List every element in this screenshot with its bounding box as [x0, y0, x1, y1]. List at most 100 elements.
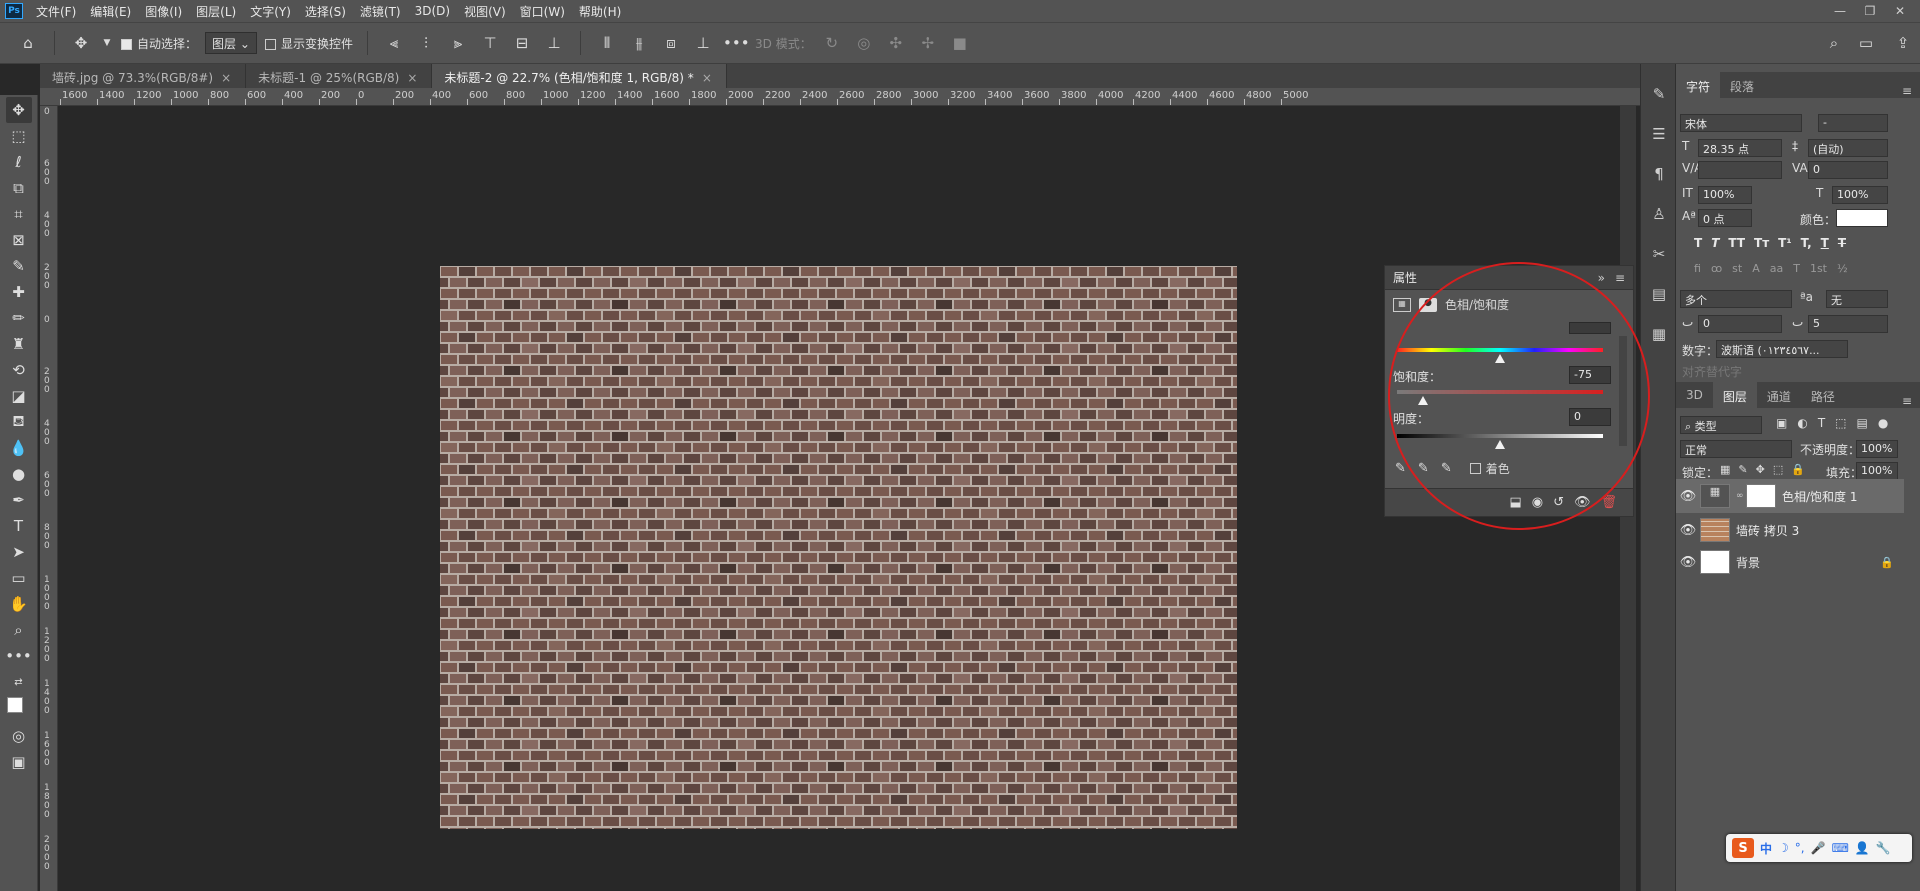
adjustments-icon[interactable]: ☰ — [1641, 114, 1677, 154]
swash-button[interactable]: A — [1752, 262, 1760, 275]
eyedropper-icon[interactable]: ✎ — [1395, 461, 1406, 476]
slide-3d-icon[interactable]: ✢ — [916, 34, 940, 52]
vertical-ruler[interactable]: 0 600 400 200 0 200 400 600 800 1000 1200 1400 1600 1… — [40, 106, 58, 891]
collapse-icon[interactable]: » — [1598, 271, 1605, 285]
align-left-icon[interactable]: ⫷ — [382, 34, 406, 52]
eye-icon[interactable]: 👁 — [1676, 523, 1700, 538]
hand-tool-icon[interactable]: ✋ — [6, 591, 32, 617]
auto-select-dropdown[interactable]: 图层 ⌄ — [205, 32, 258, 54]
align-center-icon[interactable]: ⫶ — [414, 34, 438, 52]
ime-mode[interactable]: 中 — [1760, 840, 1772, 857]
foreground-color[interactable] — [6, 697, 23, 713]
share-icon[interactable]: ⇪ — [1886, 34, 1920, 52]
orbit-3d-icon[interactable]: ↻ — [820, 34, 844, 52]
lock-transparency-icon[interactable]: ▦ — [1720, 463, 1730, 476]
tab-channels[interactable]: 通道 — [1757, 382, 1801, 408]
faux-italic-button[interactable]: T — [1711, 236, 1719, 250]
user-icon[interactable]: 👤 — [1855, 841, 1870, 855]
chevron-down-icon[interactable]: ▼ — [101, 38, 113, 48]
tab-layers[interactable]: 图层 — [1712, 382, 1757, 408]
titling-button[interactable]: aa — [1770, 262, 1783, 275]
close-icon[interactable]: × — [407, 71, 417, 85]
brush-settings-icon[interactable]: ✎ — [1641, 74, 1677, 114]
menu-file[interactable]: 文件(F) — [29, 3, 83, 20]
zoom-tool-icon[interactable]: ⌕ — [6, 617, 32, 643]
properties-panel-icon[interactable]: ▦ — [1641, 314, 1677, 354]
horizontal-ruler[interactable]: 1600 1400 1200 1000 800 600 400 200 0 200 400 600 80… — [40, 88, 1642, 106]
move-tool-icon[interactable]: ✥ — [5, 97, 32, 123]
faux-bold-button[interactable]: T — [1694, 236, 1702, 250]
distribute-vertical-icon[interactable]: ⫵ — [627, 34, 651, 52]
tab-3d[interactable]: 3D — [1676, 382, 1713, 408]
ordinals-button[interactable]: 1st — [1810, 262, 1827, 275]
restore-button[interactable]: ❐ — [1856, 4, 1884, 18]
close-button[interactable]: ✕ — [1886, 4, 1914, 18]
moon-icon[interactable]: ☽ — [1778, 841, 1789, 855]
blur-tool-icon[interactable]: 💧 — [6, 435, 32, 461]
screen-mode-icon[interactable]: ▣ — [6, 749, 32, 775]
leading-select[interactable]: (自动) — [1808, 139, 1888, 157]
menu-type[interactable]: 文字(Y) — [243, 3, 298, 20]
shape-filter-icon[interactable]: ⬚ — [1835, 416, 1846, 430]
tab-character[interactable]: 字符 — [1676, 72, 1721, 98]
scale-3d-icon[interactable]: ■ — [948, 34, 972, 52]
pen-tool-icon[interactable]: ✒ — [6, 487, 32, 513]
menu-view[interactable]: 视图(V) — [457, 3, 513, 20]
tab-doc-2[interactable]: 未标题-1 @ 25%(RGB/8) × — [246, 64, 433, 88]
spacing-a-select[interactable]: 0 — [1698, 315, 1782, 333]
wrench-icon[interactable]: 🔧 — [1876, 841, 1891, 855]
healing-tool-icon[interactable]: ✚ — [6, 279, 32, 305]
lock-all-icon[interactable]: 🔒 — [1791, 463, 1805, 476]
alt-ligatures-button[interactable]: ꝏ — [1711, 262, 1722, 275]
distribute-icon[interactable]: ⫴ — [595, 34, 619, 52]
hue-sat-icon[interactable]: ▦ — [1393, 297, 1411, 312]
pan-3d-icon[interactable]: ✣ — [884, 34, 908, 52]
tab-doc-3[interactable]: 未标题-2 @ 22.7% (色相/饱和度 1, RGB/8) * × — [432, 64, 727, 88]
vertical-scale-input[interactable]: 100% — [1698, 186, 1752, 204]
quick-mask-icon[interactable]: ◎ — [6, 723, 32, 749]
more-options-icon[interactable]: ••• — [723, 34, 750, 52]
contextual-button[interactable]: T — [1793, 262, 1800, 275]
align-middle-icon[interactable]: ⊟ — [510, 34, 534, 52]
baseline-shift-input[interactable]: 0 点 — [1698, 209, 1752, 227]
antialias-select[interactable]: 无 — [1826, 290, 1888, 308]
tab-paragraph[interactable]: 段落 — [1720, 72, 1764, 98]
fill-input[interactable]: 100% — [1856, 462, 1898, 480]
color-swatches[interactable] — [5, 695, 33, 723]
opacity-input[interactable]: 100% — [1856, 440, 1898, 458]
subscript-button[interactable]: T, — [1801, 236, 1812, 250]
marquee-tool-icon[interactable]: ⬚ — [6, 123, 32, 149]
stylistic-alt-button[interactable]: st — [1732, 262, 1742, 275]
menu-layer[interactable]: 图层(L) — [189, 3, 243, 20]
minimize-button[interactable]: — — [1826, 4, 1854, 18]
layer-filter-select[interactable]: ⌕ 类型 — [1680, 416, 1762, 434]
menu-window[interactable]: 窗口(W) — [513, 3, 572, 20]
more-tools-icon[interactable]: ••• — [5, 643, 32, 669]
menu-select[interactable]: 选择(S) — [298, 3, 353, 20]
layer-item[interactable]: 👁 ▦ ∞ 色相/饱和度 1 — [1676, 479, 1904, 513]
align-right-icon[interactable]: ⫸ — [446, 34, 470, 52]
kerning-select[interactable] — [1698, 161, 1782, 179]
layer-mask-thumbnail[interactable] — [1746, 484, 1776, 508]
tab-paths[interactable]: 路径 — [1801, 382, 1845, 408]
menu-help[interactable]: 帮助(H) — [572, 3, 628, 20]
frame-tool-icon[interactable]: ⊠ — [6, 227, 32, 253]
close-icon[interactable]: × — [221, 71, 231, 85]
sogou-logo[interactable]: S — [1732, 838, 1754, 858]
language-select[interactable]: 多个 — [1680, 290, 1792, 308]
distribute-bottom-icon[interactable]: ⊥ — [691, 34, 715, 52]
small-caps-button[interactable]: Tт — [1754, 236, 1769, 250]
smart-object-filter-icon[interactable]: ▤ — [1857, 416, 1868, 430]
eye-icon[interactable]: 👁 — [1676, 489, 1700, 504]
path-select-icon[interactable]: ➤ — [6, 539, 32, 565]
move-tool-icon[interactable]: ✥ — [69, 34, 93, 52]
keyboard-icon[interactable]: ⌨ — [1832, 841, 1849, 855]
rectangle-tool-icon[interactable]: ▭ — [6, 565, 32, 591]
auto-select-checkbox[interactable]: 自动选择： — [121, 35, 197, 52]
align-bottom-icon[interactable]: ⊥ — [542, 34, 566, 52]
align-top-icon[interactable]: ⊤ — [478, 34, 502, 52]
ligatures-button[interactable]: fi — [1694, 262, 1701, 275]
layer-item[interactable]: 👁 背景 🔒 — [1676, 545, 1904, 579]
blend-mode-select[interactable]: 正常 — [1680, 440, 1792, 458]
digits-select[interactable]: 波斯语 (٠١٢٣٤٥٦٧... — [1716, 340, 1848, 358]
